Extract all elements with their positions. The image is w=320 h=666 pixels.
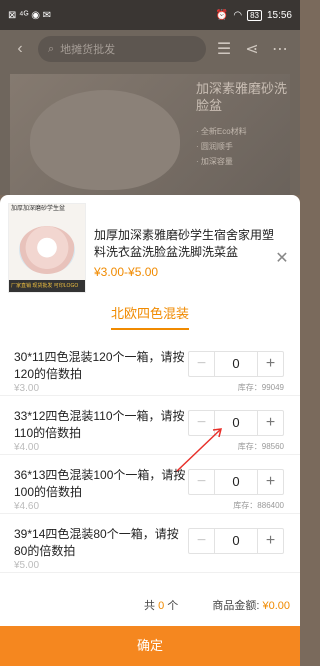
wifi-icon: ◠ <box>233 9 243 21</box>
thumbnail-caption: 加厚加深磨砂学生盆 <box>11 206 66 212</box>
thumbnail-tags: 厂家直销 现货批发 可印LOGO <box>9 280 85 292</box>
total-count: 共 0 个 <box>144 597 178 613</box>
variant-row: 36*13四色混装100个一箱，请按100的倍数拍 ¥4.60 − 0 + 库存… <box>0 455 300 514</box>
status-bar: ⊠ ⁴ᴳ ◉ ✉ ⏰ ◠ 83 15:56 <box>0 0 300 30</box>
close-icon[interactable]: ✕ <box>274 251 290 267</box>
decrease-button[interactable]: − <box>189 529 215 553</box>
hero-bowl-graphic <box>30 90 180 190</box>
amount-value: ¥0.00 <box>262 600 290 612</box>
quantity-input[interactable]: 0 <box>215 411 257 435</box>
decrease-button[interactable]: − <box>189 411 215 435</box>
increase-button[interactable]: + <box>257 470 283 494</box>
total-amount: 商品金额: ¥0.00 <box>212 597 290 613</box>
quantity-stepper: − 0 + <box>188 351 284 377</box>
quantity-stepper: − 0 + <box>188 528 284 554</box>
status-left-icons: ⊠ ⁴ᴳ ◉ ✉ <box>8 9 52 21</box>
variant-name: 36*13四色混装100个一箱，请按100的倍数拍 <box>14 468 186 499</box>
back-icon[interactable]: ‹ <box>10 40 30 58</box>
status-icons-left: ⊠ ⁴ᴳ ◉ ✉ <box>8 10 51 21</box>
list-icon[interactable]: ☰ <box>214 39 234 59</box>
status-time: 15:56 <box>266 9 292 21</box>
background-header: ‹ ⌕ 地摊货批发 ☰ ⋖ ⋯ <box>0 30 300 68</box>
product-thumbnail[interactable]: 加厚加深磨砂学生盆 厂家直销 现货批发 可印LOGO <box>8 203 86 293</box>
stock-label: 库存：99049 <box>237 383 284 392</box>
quantity-input[interactable]: 0 <box>215 352 257 376</box>
product-price: ¥3.00-¥5.00 <box>94 265 159 279</box>
variant-name: 30*11四色混装120个一箱，请按120的倍数拍 <box>14 350 185 381</box>
stock-label: 库存：98560 <box>237 442 284 451</box>
sku-selection-sheet: 加厚加深磨砂学生盆 厂家直销 现货批发 可印LOGO 加厚加深素雅磨砂学生宿舍家… <box>0 195 300 666</box>
confirm-button[interactable]: 确定 <box>0 626 300 666</box>
variant-tab-container: 北欧四色混装 <box>0 303 300 330</box>
count-value: 0 <box>158 600 165 612</box>
background-product-page: ‹ ⌕ 地摊货批发 ☰ ⋖ ⋯ 加深素雅磨砂洗脸盆 · 全新Eco材料 · 圆润… <box>0 30 300 199</box>
variant-list: 30*11四色混装120个一箱，请按120的倍数拍 ¥3.00 − 0 + 库存… <box>0 337 300 573</box>
quantity-stepper: − 0 + <box>188 410 284 436</box>
promo-feature: · 圆润顺手 <box>196 142 233 151</box>
count-suffix: 个 <box>167 600 179 612</box>
increase-button[interactable]: + <box>257 352 283 376</box>
count-prefix: 共 <box>144 600 155 612</box>
more-icon[interactable]: ⋯ <box>270 39 290 59</box>
search-icon: ⌕ <box>48 42 55 55</box>
variant-price: ¥4.60 <box>14 501 40 512</box>
increase-button[interactable]: + <box>257 411 283 435</box>
search-placeholder: 地摊货批发 <box>60 44 116 56</box>
order-summary-bar: 共 0 个 商品金额: ¥0.00 <box>0 593 300 621</box>
stock-label: 库存：886400 <box>233 501 284 510</box>
variant-name: 33*12四色混装110个一箱，请按110的倍数拍 <box>14 409 185 440</box>
tab-variant-nordic-mix[interactable]: 北欧四色混装 <box>110 303 189 330</box>
quantity-input[interactable]: 0 <box>215 529 257 553</box>
share-icon[interactable]: ⋖ <box>242 39 262 59</box>
thumbnail-bowl-image <box>19 226 75 274</box>
promo-feature: · 加深容量 <box>196 157 233 166</box>
alarm-icon: ⏰ <box>215 9 229 21</box>
product-name: 加厚加深素雅磨砂学生宿舍家用塑料洗衣盆洗脸盆洗脚洗菜盆 <box>94 228 275 259</box>
quantity-stepper: − 0 + <box>188 469 284 495</box>
increase-button[interactable]: + <box>257 529 283 553</box>
amount-label: 商品金额: <box>212 600 260 612</box>
promo-feature: · 全新Eco材料 <box>196 127 247 136</box>
promo-features: · 全新Eco材料 · 圆润顺手 · 加深容量 <box>196 124 247 169</box>
decrease-button[interactable]: − <box>189 470 215 494</box>
variant-price: ¥5.00 <box>14 560 40 571</box>
variant-row: 30*11四色混装120个一箱，请按120的倍数拍 ¥3.00 − 0 + 库存… <box>0 337 300 396</box>
quantity-input[interactable]: 0 <box>215 470 257 494</box>
status-icons-right: ⏰ ◠ 83 15:56 <box>215 9 292 21</box>
variant-price: ¥4.00 <box>14 442 40 453</box>
variant-row: 39*14四色混装80个一箱，请按80的倍数拍 ¥5.00 − 0 + <box>0 514 300 573</box>
variant-row: 33*12四色混装110个一箱，请按110的倍数拍 ¥4.00 − 0 + 库存… <box>0 396 300 455</box>
battery-icon: 83 <box>247 9 262 21</box>
variant-price: ¥3.00 <box>14 383 40 394</box>
promo-title: 加深素雅磨砂洗脸盆 <box>196 81 288 113</box>
search-input[interactable]: ⌕ 地摊货批发 <box>38 36 206 62</box>
decrease-button[interactable]: − <box>189 352 215 376</box>
variant-name: 39*14四色混装80个一箱，请按80的倍数拍 <box>14 527 179 558</box>
